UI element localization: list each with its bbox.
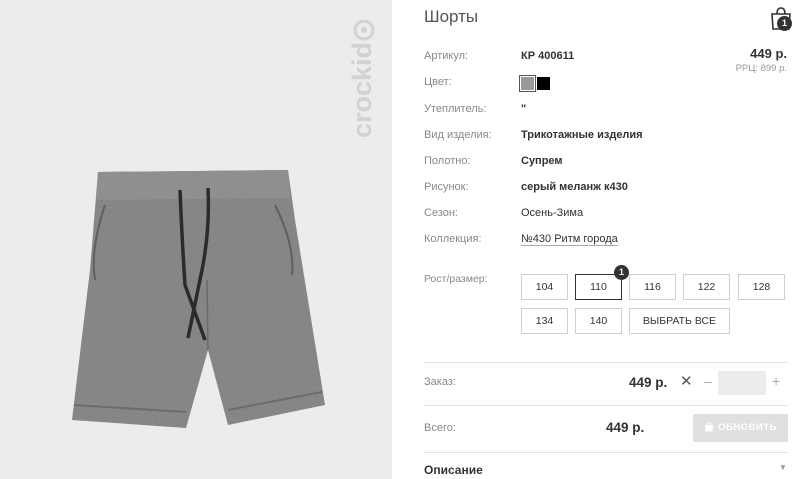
size-button-122[interactable]: 122	[683, 274, 730, 300]
attribute-row-insulation: Утеплитель: "	[424, 103, 800, 123]
attribute-value: Трикотажные изделия	[521, 129, 643, 141]
attribute-label: Артикул:	[424, 50, 469, 62]
size-button-140[interactable]: 140	[575, 308, 622, 334]
description-toggle[interactable]: Описание	[424, 463, 483, 477]
order-label: Заказ:	[424, 376, 456, 388]
quantity-decrement-button[interactable]: –	[704, 373, 712, 389]
attribute-value: серый меланж к430	[521, 181, 628, 193]
order-price: 449 р.	[629, 375, 668, 390]
attribute-value: "	[521, 103, 527, 115]
brand-logo: crockid	[348, 20, 377, 138]
attribute-value: КР 400611	[521, 50, 575, 62]
attribute-label: Цвет:	[424, 76, 452, 88]
svg-text:crockid: crockid	[348, 42, 377, 138]
chevron-down-icon[interactable]: ▼	[779, 463, 787, 472]
color-swatch-gray[interactable]	[519, 75, 536, 92]
attribute-row-fabric: Полотно: Супрем	[424, 155, 800, 175]
size-selected-count-badge: 1	[614, 265, 629, 280]
attribute-row-article: Артикул: КР 400611	[424, 50, 800, 70]
product-image-panel: crockid	[0, 0, 392, 479]
quantity-input[interactable]	[718, 371, 766, 395]
select-all-sizes-button[interactable]: ВЫБРАТЬ ВСЕ	[629, 308, 730, 334]
attribute-value: Осень-Зима	[521, 207, 584, 219]
attribute-label: Сезон:	[424, 207, 458, 219]
product-details: Шорты 1 449 р. РРЦ: 899 р. Артикул: КР 4…	[424, 0, 800, 479]
divider	[424, 362, 788, 363]
attribute-label: Рисунок:	[424, 181, 469, 193]
size-button-104[interactable]: 104	[521, 274, 568, 300]
attribute-label: Полотно:	[424, 155, 471, 167]
attribute-value: Супрем	[521, 155, 563, 167]
size-button-134[interactable]: 134	[521, 308, 568, 334]
size-label: Рост/размер:	[424, 273, 488, 285]
divider	[424, 452, 788, 453]
divider	[424, 405, 788, 406]
shopping-bag-icon	[705, 422, 714, 432]
size-button-128[interactable]: 128	[738, 274, 785, 300]
attribute-label: Коллекция:	[424, 233, 482, 245]
size-button-116[interactable]: 116	[629, 274, 676, 300]
attribute-row-season: Сезон: Осень-Зима	[424, 207, 800, 227]
update-cart-label: ОБНОВИТЬ	[718, 422, 777, 433]
attribute-row-color: Цвет:	[424, 76, 800, 96]
collection-link[interactable]: №430 Ритм города	[521, 233, 618, 245]
product-title: Шорты	[424, 7, 479, 26]
color-swatch-black[interactable]	[537, 77, 550, 90]
quantity-increment-button[interactable]: +	[772, 373, 780, 389]
attribute-label: Вид изделия:	[424, 129, 492, 141]
attribute-row-collection: Коллекция: №430 Ритм города	[424, 233, 800, 253]
total-price: 449 р.	[606, 420, 645, 435]
update-cart-button[interactable]: ОБНОВИТЬ	[693, 414, 788, 442]
shorts-photo	[72, 170, 325, 428]
remove-order-icon[interactable]: ✕	[680, 372, 693, 390]
attribute-row-pattern: Рисунок: серый меланж к430	[424, 181, 800, 201]
total-label: Всего:	[424, 422, 456, 434]
attribute-label: Утеплитель:	[424, 103, 487, 115]
attribute-row-type: Вид изделия: Трикотажные изделия	[424, 129, 800, 149]
cart-count-badge: 1	[777, 16, 792, 31]
size-button-110[interactable]: 110	[575, 274, 622, 300]
